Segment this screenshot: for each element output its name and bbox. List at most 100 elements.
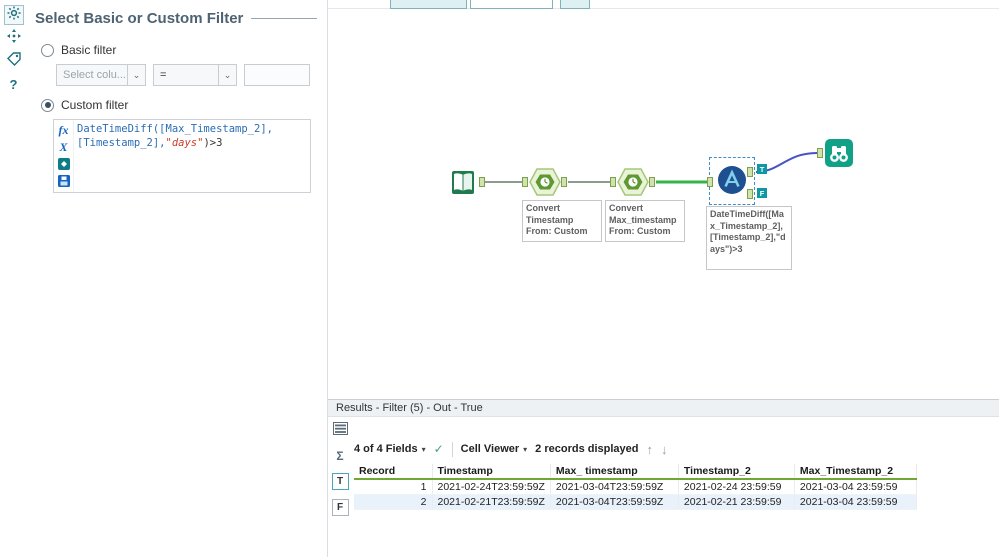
tool-annotation[interactable]: Convert Max_timestamp From: Custom — [605, 200, 685, 242]
results-body: Σ T F 4 of 4 Fields ▾ ✓ Cell Viewer ▾ 2 … — [328, 417, 999, 557]
input-anchor[interactable] — [522, 177, 528, 187]
column-header[interactable]: Timestamp_2 — [678, 464, 795, 480]
configuration-tab-button[interactable] — [3, 5, 24, 26]
navigation-icon — [6, 28, 22, 49]
scroll-up-icon[interactable]: ↑ — [647, 442, 654, 457]
records-view-button[interactable] — [332, 421, 349, 438]
expression-toolbar: fx X — [54, 120, 74, 192]
filter-value-input[interactable] — [244, 64, 310, 86]
results-panel: Results - Filter (5) - Out - True Σ T F … — [328, 399, 999, 557]
operator-value: = — [160, 69, 167, 81]
datetime-tool-1[interactable] — [529, 166, 561, 203]
profile-view-button[interactable]: Σ — [332, 447, 349, 464]
custom-filter-radio[interactable] — [41, 98, 54, 112]
table-row: 1 2021-02-24T23:59:59Z 2021-03-04T23:59:… — [354, 479, 917, 495]
data-cell[interactable]: 2021-02-24T23:59:59Z — [432, 479, 551, 495]
results-title: Results - Filter (5) - Out - True — [336, 402, 483, 414]
constants-icon[interactable] — [57, 157, 71, 171]
input-data-tool[interactable] — [447, 166, 479, 203]
records-displayed-text: 2 records displayed — [535, 443, 639, 455]
title-divider — [251, 18, 317, 19]
records-table-icon — [332, 421, 348, 439]
true-output-anchor[interactable] — [747, 167, 753, 177]
filter-configuration-panel: Select Basic or Custom Filter Basic filt… — [27, 0, 328, 557]
chevron-down-icon[interactable]: ⌄ — [218, 65, 236, 85]
column-header[interactable]: Max_Timestamp_2 — [794, 464, 917, 480]
gear-icon — [6, 5, 22, 26]
basic-filter-option[interactable]: Basic filter — [41, 43, 317, 57]
data-cell[interactable]: 2021-03-04T23:59:59Z — [550, 479, 679, 495]
data-cell[interactable]: 2021-02-24 23:59:59 — [678, 479, 795, 495]
data-cell[interactable]: 2021-03-04 23:59:59 — [794, 479, 917, 495]
results-grid: Record Timestamp Max_ timestamp Timestam… — [354, 464, 917, 510]
expression-line-2: [Timestamp_2],"days")>3 — [77, 137, 223, 149]
column-header[interactable]: Timestamp — [432, 464, 551, 480]
data-cell[interactable]: 2021-03-04T23:59:59Z — [550, 494, 679, 510]
binoculars-icon — [824, 139, 854, 172]
operator-dropdown[interactable]: = ⌄ — [153, 64, 237, 86]
data-cell[interactable]: 2021-02-21T23:59:59Z — [432, 494, 551, 510]
column-header[interactable]: Record — [354, 464, 433, 480]
fields-dropdown[interactable]: 4 of 4 Fields — [354, 443, 418, 455]
false-output-anchor[interactable] — [747, 189, 753, 199]
data-cell[interactable]: 2021-02-21 23:59:59 — [678, 494, 795, 510]
basic-filter-label: Basic filter — [61, 43, 117, 57]
toolbar-divider — [451, 441, 453, 457]
true-output-tab[interactable]: T — [331, 473, 349, 490]
table-row: 2 2021-02-21T23:59:59Z 2021-03-04T23:59:… — [354, 494, 917, 510]
chevron-down-icon[interactable]: ▾ — [422, 445, 426, 454]
scroll-down-icon[interactable]: ↓ — [661, 442, 668, 457]
expression-editor: fx X DateTimeDiff([Max_Timestamp_2], [Ti… — [53, 119, 311, 193]
output-anchor[interactable] — [479, 177, 485, 187]
record-cell[interactable]: 2 — [354, 494, 433, 510]
expression-line-1: DateTimeDiff([Max_Timestamp_2], — [77, 123, 273, 135]
apply-check-icon[interactable]: ✓ — [434, 442, 444, 456]
basic-filter-radio[interactable] — [41, 43, 54, 57]
true-output-label: T — [757, 164, 767, 174]
sigma-icon: Σ — [336, 448, 344, 463]
false-output-label: F — [757, 188, 767, 198]
input-anchor[interactable] — [707, 177, 713, 187]
config-side-rail: ? — [0, 0, 27, 557]
results-panel-header: Results - Filter (5) - Out - True — [328, 400, 999, 417]
config-title-row: Select Basic or Custom Filter — [35, 10, 317, 27]
grid-header-row: Record Timestamp Max_ timestamp Timestam… — [354, 464, 917, 480]
save-expression-icon[interactable] — [57, 174, 71, 188]
custom-filter-option[interactable]: Custom filter — [41, 98, 317, 112]
record-cell[interactable]: 1 — [354, 479, 433, 495]
output-anchor[interactable] — [649, 177, 655, 187]
help-icon: ? — [9, 76, 18, 92]
output-anchor[interactable] — [561, 177, 567, 187]
annotation-tab-button[interactable] — [4, 51, 24, 71]
expression-code-area[interactable]: DateTimeDiff([Max_Timestamp_2], [Timesta… — [74, 120, 310, 192]
basic-filter-controls: Select colu... ⌄ = ⌄ — [56, 64, 317, 86]
column-select-placeholder: Select colu... — [63, 69, 126, 81]
results-toolbar: 4 of 4 Fields ▾ ✓ Cell Viewer ▾ 2 record… — [354, 439, 668, 459]
false-output-tab[interactable]: F — [331, 499, 349, 516]
workflow-canvas[interactable]: T F Convert Timestamp From: Custom Conve… — [328, 0, 999, 399]
chevron-down-icon[interactable]: ▾ — [523, 445, 527, 454]
cell-viewer-dropdown[interactable]: Cell Viewer — [461, 443, 520, 455]
tool-annotation[interactable]: DateTimeDiff([Max_Timestamp_2],[Timestam… — [706, 206, 792, 270]
tag-icon — [6, 51, 22, 72]
filter-macro-tool[interactable] — [715, 163, 749, 202]
chevron-down-icon[interactable]: ⌄ — [127, 65, 145, 85]
navigation-tab-button[interactable] — [4, 28, 24, 48]
variables-icon[interactable]: X — [57, 140, 71, 154]
functions-icon[interactable]: fx — [57, 123, 71, 137]
page-title: Select Basic or Custom Filter — [35, 10, 244, 27]
alteryx-designer-window: ? Select Basic or Custom Filter Basic fi… — [0, 0, 999, 557]
datetime-tool-2[interactable] — [617, 166, 649, 203]
input-data-icon — [447, 171, 479, 202]
data-cell[interactable]: 2021-03-04 23:59:59 — [794, 494, 917, 510]
browse-tool[interactable] — [824, 138, 854, 173]
column-header[interactable]: Max_ timestamp — [550, 464, 679, 480]
column-select-dropdown[interactable]: Select colu... ⌄ — [56, 64, 146, 86]
input-anchor[interactable] — [817, 148, 823, 158]
help-tab-button[interactable]: ? — [4, 74, 24, 94]
results-left-strip: Σ T F — [328, 417, 352, 557]
custom-filter-label: Custom filter — [61, 98, 129, 112]
alteryx-macro-icon — [715, 166, 749, 201]
tool-annotation[interactable]: Convert Timestamp From: Custom — [522, 200, 602, 242]
input-anchor[interactable] — [610, 177, 616, 187]
